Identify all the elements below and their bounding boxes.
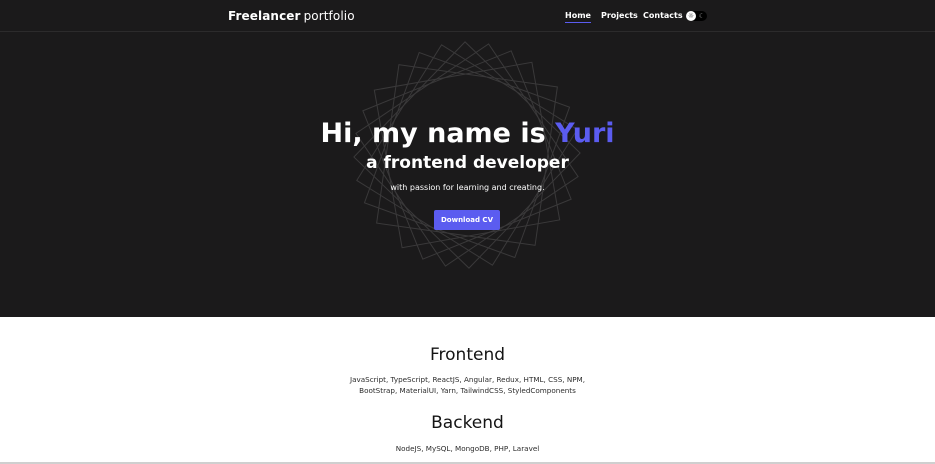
hero-description: with passion for learning and creating. [390, 183, 545, 192]
brand-logo[interactable]: Freelancer portfolio [228, 9, 355, 23]
nav-contacts-link[interactable]: Contacts [643, 11, 683, 20]
hero-title-name: Yuri [555, 118, 615, 149]
brand-light-text: portfolio [303, 9, 355, 23]
hero-section: Freelancer portfolio Home Projects Contac… [0, 0, 935, 317]
hero-subtitle: a frontend developer [366, 153, 569, 173]
frontend-skill-list: JavaScript, TypeScript, ReactJS, Angular… [349, 375, 586, 395]
backend-heading: Backend [431, 413, 504, 433]
nav-home-link[interactable]: Home [565, 11, 591, 23]
top-navigation-bar: Freelancer portfolio Home Projects Contac… [0, 0, 935, 32]
skills-section: Frontend JavaScript, TypeScript, ReactJS… [0, 317, 935, 464]
brand-strong-text: Freelancer [228, 9, 301, 23]
download-cv-button[interactable]: Download CV [434, 210, 500, 230]
portfolio-page: Freelancer portfolio Home Projects Contac… [0, 0, 935, 464]
hero-title-prefix: Hi, my name is [320, 118, 546, 149]
theme-toggle[interactable]: ☼ ☾ [686, 11, 707, 21]
moon-icon: ☾ [698, 12, 705, 20]
frontend-heading: Frontend [429, 345, 506, 365]
backend-skill-list: NodeJS, MySQL, MongoDB, PHP, Laravel [395, 444, 540, 453]
nav-projects-link[interactable]: Projects [601, 11, 638, 20]
hero-title: Hi, my name is Yuri [0, 118, 935, 149]
sun-icon: ☼ [686, 11, 696, 21]
